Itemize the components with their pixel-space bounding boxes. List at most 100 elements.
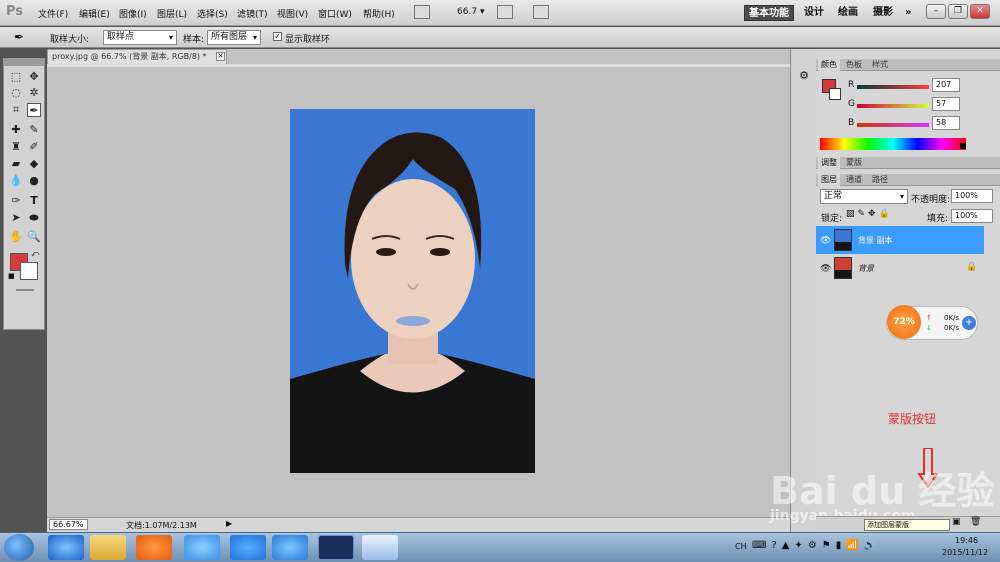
workspace-design[interactable]: 设计 — [800, 5, 828, 21]
menu-help[interactable]: 帮助(H) — [363, 7, 395, 20]
workspace-photo[interactable]: 摄影 — [869, 5, 897, 21]
arrange-documents-icon[interactable] — [497, 5, 513, 19]
lock-icons[interactable]: ▨✎✥🔒 — [846, 209, 893, 219]
eyedropper-tool-icon[interactable]: ✒ — [14, 30, 24, 44]
menu-view[interactable]: 视图(V) — [277, 7, 308, 20]
tab-paths[interactable]: 路径 — [869, 174, 891, 186]
workspace-basic[interactable]: 基本功能 — [744, 5, 794, 21]
fill-input[interactable]: 100% — [951, 209, 993, 223]
spectrum-black[interactable] — [960, 143, 966, 149]
speed-plus-icon[interactable]: + — [962, 316, 976, 330]
healing-brush-icon[interactable]: ✚ — [9, 123, 23, 137]
shape-tool-icon[interactable]: ⬬ — [27, 211, 41, 225]
zoom-tool-icon[interactable]: 🔍 — [27, 230, 41, 244]
sample-select[interactable]: 所有图层 — [207, 30, 261, 45]
crop-tool-icon[interactable]: ⌗ — [9, 103, 23, 117]
tab-styles[interactable]: 样式 — [869, 59, 891, 71]
close-tab-icon[interactable]: ✕ — [216, 52, 225, 61]
tab-masks[interactable]: 蒙版 — [843, 157, 865, 169]
hand-tool-icon[interactable]: ✋ — [9, 230, 23, 244]
visibility-eye-icon[interactable]: 👁 — [820, 236, 831, 246]
restore-icon[interactable]: ❐ — [948, 4, 968, 19]
blur-tool-icon[interactable]: 💧 — [9, 174, 23, 188]
minimize-icon[interactable]: – — [926, 4, 946, 19]
clone-stamp-icon[interactable]: ♜ — [9, 140, 23, 154]
type-tool-icon[interactable]: T — [27, 194, 41, 208]
start-button[interactable] — [4, 534, 34, 561]
eraser-tool-icon[interactable]: ▰ — [9, 157, 23, 171]
paint-icon[interactable] — [362, 535, 398, 560]
show-ring-checkbox[interactable]: ✓ — [273, 32, 282, 41]
default-colors-icon[interactable]: ■ — [8, 272, 15, 280]
status-zoom[interactable]: 66.67% — [49, 519, 88, 530]
browser-icon[interactable] — [136, 535, 172, 560]
menu-select[interactable]: 选择(S) — [197, 7, 228, 20]
background-color-swatch[interactable] — [20, 262, 38, 280]
r-slider[interactable] — [857, 85, 929, 89]
document-tab[interactable]: proxy.jpg @ 66.7% (背景 副本, RGB/8) * — [47, 49, 227, 64]
delete-layer-icon[interactable]: 🗑 — [970, 517, 981, 527]
opacity-input[interactable]: 100% — [951, 189, 993, 203]
clock-time[interactable]: 19:46 — [955, 536, 978, 545]
tray-icons[interactable]: ⌨?▲✦⚙⚑▮📶🔊 — [752, 540, 881, 551]
opacity-label: 不透明度: — [911, 195, 951, 205]
history-brush-icon[interactable]: ✐ — [27, 140, 41, 154]
path-select-icon[interactable]: ➤ — [9, 211, 23, 225]
g-slider[interactable] — [857, 104, 929, 108]
g-value[interactable]: 57 — [932, 97, 960, 111]
tab-adjustments[interactable]: 调整 — [818, 157, 840, 169]
cloud-icon[interactable] — [184, 535, 220, 560]
tab-color[interactable]: 颜色 — [818, 59, 840, 71]
screen-mode-icon[interactable] — [414, 5, 430, 19]
lasso-tool-icon[interactable]: ◌ — [9, 86, 23, 100]
sample-size-select[interactable]: 取样点 — [103, 30, 177, 45]
workspace-more[interactable]: » — [901, 5, 915, 21]
ie-icon[interactable] — [48, 535, 84, 560]
portrait-image — [290, 109, 535, 473]
r-value[interactable]: 207 — [932, 78, 960, 92]
screen-mode-2-icon[interactable] — [533, 5, 549, 19]
blend-mode-select[interactable]: 正常 — [820, 189, 908, 204]
eyedropper-icon[interactable]: ✒ — [27, 103, 41, 117]
menu-file[interactable]: 文件(F) — [38, 7, 68, 20]
layer-row-background[interactable]: 👁 背景 🔒 — [816, 254, 984, 282]
tab-swatches[interactable]: 色板 — [843, 59, 865, 71]
b-slider[interactable] — [857, 123, 929, 127]
new-layer-icon[interactable]: ▣ — [952, 517, 961, 527]
quick-select-tool-icon[interactable]: ✲ — [27, 86, 41, 100]
tab-layers[interactable]: 图层 — [818, 174, 840, 186]
close-icon[interactable]: ✕ — [970, 4, 990, 19]
clock-date[interactable]: 2015/11/12 — [942, 548, 988, 557]
move-tool-icon[interactable]: ✥ — [27, 70, 41, 84]
menu-filter[interactable]: 滤镜(T) — [237, 7, 268, 20]
workspace-paint[interactable]: 绘画 — [834, 5, 862, 21]
menu-layer[interactable]: 图层(L) — [157, 7, 187, 20]
pen-tool-icon[interactable]: ✑ — [9, 194, 23, 208]
brush-tool-icon[interactable]: ✎ — [27, 123, 41, 137]
visibility-eye-icon[interactable]: 👁 — [820, 264, 831, 274]
video-player-icon[interactable] — [272, 535, 308, 560]
swap-colors-icon[interactable]: ⤺ — [31, 249, 40, 259]
photoshop-taskbar-icon[interactable] — [318, 535, 354, 560]
marquee-tool-icon[interactable]: ⬚ — [9, 70, 23, 84]
kugou-icon[interactable] — [230, 535, 266, 560]
photo-canvas[interactable] — [290, 109, 535, 473]
history-panel-icon[interactable]: ⚙ — [796, 69, 812, 85]
b-value[interactable]: 58 — [932, 116, 960, 130]
layer-row-copy[interactable]: 👁 背景 副本 — [816, 226, 984, 254]
dodge-tool-icon[interactable]: ● — [27, 174, 41, 188]
explorer-icon[interactable] — [90, 535, 126, 560]
tab-channels[interactable]: 通道 — [843, 174, 865, 186]
language-indicator[interactable]: CH — [735, 542, 747, 551]
menu-image[interactable]: 图像(I) — [119, 7, 147, 20]
menu-window[interactable]: 窗口(W) — [318, 7, 352, 20]
zoom-dropdown-icon[interactable]: ▾ — [480, 7, 485, 17]
paint-bucket-icon[interactable]: ◆ — [27, 157, 41, 171]
color-panel-bg-swatch[interactable] — [829, 88, 841, 100]
zoom-level[interactable]: 66.7 — [457, 7, 477, 17]
status-arrow-icon[interactable]: ▶ — [226, 519, 232, 528]
show-ring-label: 显示取样环 — [285, 35, 331, 45]
color-spectrum[interactable] — [820, 138, 966, 150]
quick-mask-icon[interactable] — [16, 289, 34, 291]
menu-edit[interactable]: 编辑(E) — [79, 7, 110, 20]
